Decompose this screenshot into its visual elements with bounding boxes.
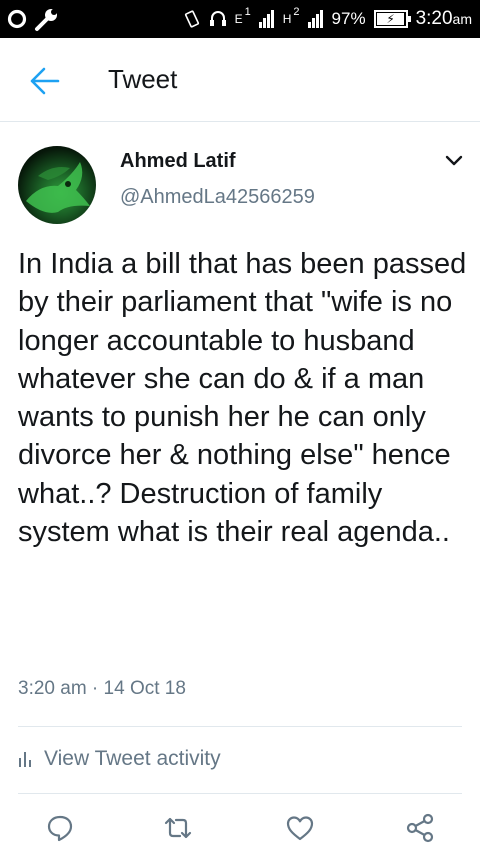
sim2-label: 2	[293, 6, 300, 18]
author-handle[interactable]: @AhmedLa42566259	[120, 186, 315, 209]
battery-percent: 97%	[331, 9, 366, 28]
page-title: Tweet	[108, 64, 178, 94]
network-type-h: H	[282, 12, 292, 26]
chevron-down-icon[interactable]	[444, 154, 464, 168]
status-bar: E 1 H 2 97% ⚡ 3:20am	[0, 0, 480, 38]
status-left-icons	[6, 6, 60, 32]
avatar[interactable]	[18, 146, 96, 224]
clock-time: 3:20	[415, 8, 453, 29]
charging-bolt-icon: ⚡	[386, 12, 395, 26]
activity-label: View Tweet activity	[44, 747, 221, 770]
tweet-action-bar	[0, 812, 480, 848]
retweet-icon[interactable]	[162, 812, 194, 844]
share-icon[interactable]	[404, 812, 436, 844]
like-heart-icon[interactable]	[284, 812, 316, 844]
author-display-name[interactable]: Ahmed Latif	[120, 150, 236, 173]
view-tweet-activity-button[interactable]: View Tweet activity	[18, 743, 221, 775]
divider	[18, 793, 462, 794]
sim1-label: 1	[244, 6, 251, 18]
app-header: Tweet	[0, 38, 480, 122]
headset-icon	[209, 11, 226, 26]
tweet-timestamp: 3:20 am · 14 Oct 18	[18, 678, 186, 699]
vibrate-icon	[184, 10, 199, 28]
signal-bars-icon	[258, 10, 274, 28]
divider	[18, 726, 462, 727]
status-right-icons: E 1 H 2 97% ⚡ 3:20am	[183, 0, 472, 38]
clock-ampm: am	[452, 11, 472, 27]
wrench-icon	[35, 9, 57, 31]
back-arrow-icon[interactable]	[28, 66, 60, 96]
battery-icon: ⚡	[373, 10, 411, 28]
notification-circle-icon	[7, 9, 27, 29]
avatar-image	[26, 162, 90, 213]
signal-bars-2-icon	[307, 10, 323, 28]
tweet-text: In India a bill that has been passed by …	[18, 248, 467, 549]
network-type-e: E	[234, 12, 243, 26]
reply-icon[interactable]	[44, 812, 76, 844]
activity-bars-icon	[19, 752, 31, 767]
clock: 3:20am	[416, 8, 472, 30]
